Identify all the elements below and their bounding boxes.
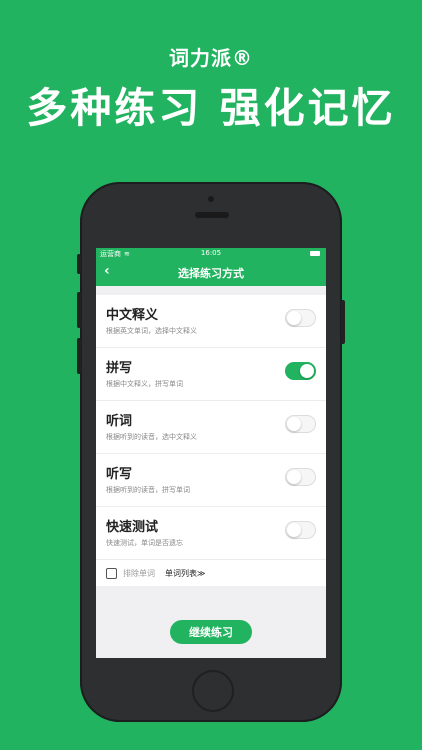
mode-title: 听词 <box>106 414 133 429</box>
practice-mode-list: 中文释义 根据英文单词，选择中文释义 拼写 根据中文释义，拼写单词 听词 根据听… <box>96 295 326 586</box>
word-list-link[interactable]: 单词列表≫ <box>165 568 205 579</box>
volume-up-button <box>77 292 81 328</box>
toggle-knob <box>287 417 301 431</box>
mode-title: 中文释义 <box>106 308 159 323</box>
phone-frame: 运营商 ≋ 16:05 ‹ 选择练习方式 中文释义 根据英文单词，选择中文释义 … <box>77 182 345 722</box>
power-button <box>341 300 345 344</box>
exclude-row: 排除单词 单词列表≫ <box>96 560 326 586</box>
mode-toggle[interactable] <box>285 362 316 380</box>
status-bar: 运营商 ≋ 16:05 <box>96 248 326 260</box>
exclude-checkbox[interactable] <box>106 567 117 579</box>
mode-title: 快速测试 <box>106 520 159 535</box>
mode-item-listening[interactable]: 听词 根据听到的读音，选中文释义 <box>96 401 326 454</box>
mode-toggle[interactable] <box>285 309 316 327</box>
mode-subtitle: 根据英文单词，选择中文释义 <box>106 327 197 335</box>
mode-item-quick-test[interactable]: 快速测试 快速测试，单词是否遗忘 <box>96 507 326 560</box>
mode-item-chinese-meaning[interactable]: 中文释义 根据英文单词，选择中文释义 <box>96 295 326 348</box>
mode-toggle[interactable] <box>285 415 316 433</box>
volume-down-button <box>77 338 81 374</box>
back-chevron-icon[interactable]: ‹ <box>104 263 110 279</box>
mode-subtitle: 根据中文释义，拼写单词 <box>106 380 183 388</box>
toggle-knob <box>300 364 314 378</box>
mode-subtitle: 快速测试，单词是否遗忘 <box>106 539 183 547</box>
toggle-knob <box>287 470 301 484</box>
toggle-knob <box>287 523 301 537</box>
headline: 多种练习 强化记忆 <box>26 84 396 132</box>
mode-subtitle: 根据听到的读音，拼写单词 <box>106 486 190 494</box>
front-camera <box>208 196 214 202</box>
page-title: 选择练习方式 <box>178 267 244 280</box>
mode-title: 拼写 <box>106 361 133 376</box>
mode-title: 听写 <box>106 467 133 482</box>
mode-item-spelling[interactable]: 拼写 根据中文释义，拼写单词 <box>96 348 326 401</box>
mode-toggle[interactable] <box>285 468 316 486</box>
battery-icon <box>310 251 320 256</box>
brand-name: 词力派® <box>169 46 253 70</box>
mode-item-dictation[interactable]: 听写 根据听到的读音，拼写单词 <box>96 454 326 507</box>
status-time: 16:05 <box>200 249 222 257</box>
mode-subtitle: 根据听到的读音，选中文释义 <box>106 433 197 441</box>
home-button[interactable] <box>192 670 234 712</box>
toggle-knob <box>287 311 301 325</box>
exclude-label[interactable]: 排除单词 <box>123 568 155 579</box>
mode-toggle[interactable] <box>285 521 316 539</box>
continue-practice-button[interactable]: 继续练习 <box>170 620 252 644</box>
phone-screen: 运营商 ≋ 16:05 ‹ 选择练习方式 中文释义 根据英文单词，选择中文释义 … <box>96 248 326 658</box>
earpiece-speaker <box>195 212 229 218</box>
nav-bar: ‹ 选择练习方式 <box>96 260 326 286</box>
mute-switch <box>77 254 81 274</box>
